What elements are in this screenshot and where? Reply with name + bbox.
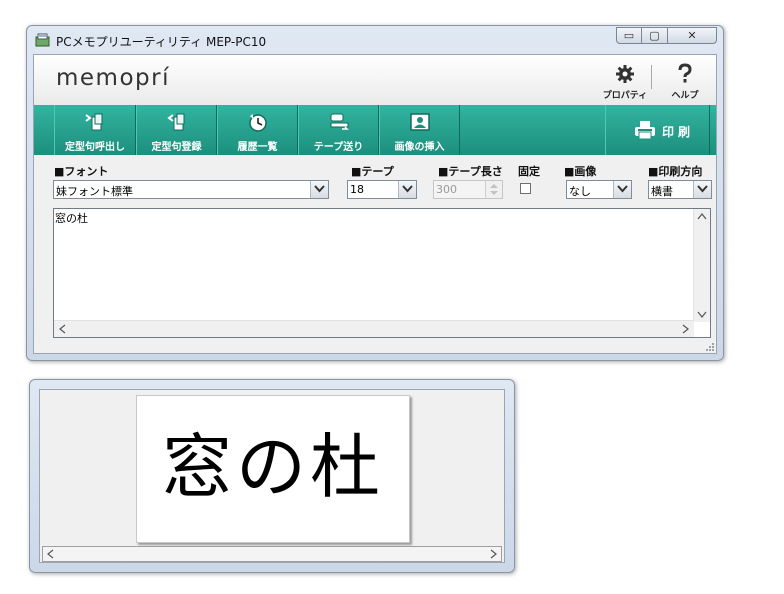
fixed-label: 固定 [518, 165, 540, 178]
app-icon [35, 33, 50, 47]
tape-label: ■テープ [351, 165, 394, 178]
tape-feed-label: テープ送り [313, 142, 364, 153]
title-bar[interactable]: PCメモプリユーティリティ MEP-PC10 ▭ ▢ ✕ [27, 26, 723, 54]
font-label: ■フォント [54, 165, 109, 178]
print-direction-value: 横書 [651, 185, 673, 198]
minimize-icon: ▭ [623, 29, 635, 42]
tape-feed-button[interactable]: テープ送り [298, 105, 379, 155]
help-label: ヘルプ [671, 91, 699, 101]
print-direction-select[interactable]: 横書 [648, 180, 712, 199]
preview-horizontal-scrollbar[interactable] [42, 546, 502, 562]
close-icon: ✕ [687, 29, 697, 42]
phrase-recall-button[interactable]: 定型句呼出し [54, 105, 136, 155]
phrase-recall-label: 定型句呼出し [65, 142, 125, 153]
chevron-down-icon[interactable] [310, 181, 328, 198]
scroll-left-icon[interactable] [59, 324, 66, 334]
scroll-up-icon[interactable] [697, 213, 707, 220]
font-select-value: 妹フォント標準 [56, 185, 133, 198]
fixed-checkbox[interactable] [520, 183, 531, 194]
help-button[interactable]: ヘルプ [661, 61, 709, 101]
phrase-register-button[interactable]: 定型句登録 [136, 105, 217, 155]
horizontal-scrollbar[interactable] [54, 320, 694, 337]
spinner-arrows-icon[interactable] [485, 181, 502, 198]
scroll-down-icon[interactable] [697, 311, 707, 318]
phrase-register-label: 定型句登録 [151, 142, 202, 153]
history-icon [248, 114, 267, 132]
printer-icon [635, 121, 655, 140]
close-button[interactable]: ✕ [667, 27, 717, 44]
gear-icon [616, 65, 634, 83]
preview-area: 窓の杜 [39, 389, 505, 563]
history-label: 履歴一覧 [237, 142, 278, 153]
image-label: ■画像 [564, 165, 597, 178]
vertical-scrollbar[interactable] [693, 209, 710, 322]
history-button[interactable]: 履歴一覧 [217, 105, 298, 155]
image-select[interactable]: なし [566, 180, 632, 199]
image-select-value: なし [569, 185, 591, 198]
insert-image-button[interactable]: 画像の挿入 [379, 105, 460, 155]
insert-image-icon [409, 113, 430, 131]
preview-window: 窓の杜 [29, 379, 515, 573]
brand-bar: memoprí プロパティ ヘルプ [34, 55, 716, 105]
label-preview: 窓の杜 [136, 395, 410, 543]
scroll-right-icon[interactable] [490, 549, 497, 559]
memopri-logo: memoprí [56, 65, 170, 91]
scroll-right-icon[interactable] [682, 324, 689, 334]
editor-text: 窓の杜 [55, 212, 88, 225]
main-client-area: memoprí プロパティ ヘルプ 定型句呼出し 定型句登録 履歴一覧 テープ送… [33, 54, 717, 354]
phrase-register-icon [166, 113, 184, 131]
minimize-button[interactable]: ▭ [616, 27, 642, 44]
tape-length-value: 300 [436, 183, 457, 196]
window-title: PCメモプリユーティリティ MEP-PC10 [56, 35, 267, 49]
tape-width-select[interactable]: 18 [347, 180, 417, 199]
tape-length-spinner[interactable]: 300 [433, 180, 503, 199]
label-preview-text: 窓の杜 [162, 426, 384, 508]
main-window: PCメモプリユーティリティ MEP-PC10 ▭ ▢ ✕ memoprí プロパ… [26, 25, 724, 361]
print-button[interactable]: 印刷 [605, 105, 710, 155]
toolbar: 定型句呼出し 定型句登録 履歴一覧 テープ送り 画像の挿入 印刷 [34, 105, 716, 155]
phrase-recall-icon [85, 113, 103, 131]
question-mark-icon [678, 63, 692, 83]
print-direction-label: ■印刷方向 [648, 165, 703, 178]
tape-width-value: 18 [350, 183, 364, 196]
label-text-editor[interactable]: 窓の杜 [53, 208, 711, 338]
maximize-button[interactable]: ▢ [641, 27, 668, 44]
scroll-left-icon[interactable] [47, 549, 54, 559]
brand-divider [651, 65, 652, 89]
font-select[interactable]: 妹フォント標準 [53, 180, 329, 199]
properties-button[interactable]: プロパティ [601, 61, 649, 101]
maximize-icon: ▢ [649, 29, 660, 42]
print-label: 印刷 [662, 125, 695, 139]
resize-grip-icon[interactable] [704, 341, 714, 351]
properties-label: プロパティ [602, 91, 648, 101]
chevron-down-icon[interactable] [398, 181, 416, 198]
tape-feed-icon [330, 113, 349, 130]
chevron-down-icon[interactable] [613, 181, 631, 198]
insert-image-label: 画像の挿入 [394, 142, 445, 153]
chevron-down-icon[interactable] [693, 181, 711, 198]
tape-length-label: ■テープ長さ [438, 165, 503, 178]
